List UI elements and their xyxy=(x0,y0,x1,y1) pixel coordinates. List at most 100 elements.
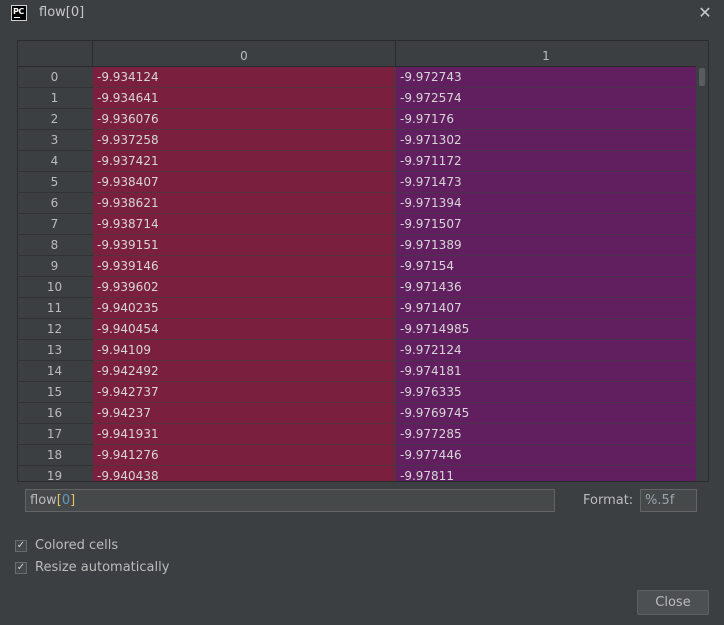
header-corner xyxy=(18,41,93,66)
cell-col-0[interactable]: -9.942492 xyxy=(93,361,396,382)
colored-cells-label: Colored cells xyxy=(35,538,119,553)
table-header: 0 1 xyxy=(18,41,696,67)
column-header-0[interactable]: 0 xyxy=(93,41,396,66)
column-header-1[interactable]: 1 xyxy=(396,41,696,66)
cell-col-1[interactable]: -9.971394 xyxy=(396,193,696,214)
cell-col-0[interactable]: -9.940438 xyxy=(93,466,396,481)
cell-col-1[interactable]: -9.971436 xyxy=(396,277,696,298)
cell-col-1[interactable]: -9.971172 xyxy=(396,151,696,172)
table-row: 16 -9.94237 -9.9769745 xyxy=(18,403,696,424)
table-row: 12 -9.940454 -9.9714985 xyxy=(18,319,696,340)
cell-col-1[interactable]: -9.97176 xyxy=(396,109,696,130)
row-index: 19 xyxy=(18,466,93,481)
expression-field[interactable]: flow[0] xyxy=(25,489,555,512)
colored-cells-checkbox[interactable]: ✓ xyxy=(15,540,27,552)
cell-col-1[interactable]: -9.971473 xyxy=(396,172,696,193)
row-index: 15 xyxy=(18,382,93,403)
cell-col-0[interactable]: -9.94237 xyxy=(93,403,396,424)
row-index: 3 xyxy=(18,130,93,151)
cell-col-1[interactable]: -9.97154 xyxy=(396,256,696,277)
cell-col-1[interactable]: -9.97811 xyxy=(396,466,696,481)
cell-col-0[interactable]: -9.939146 xyxy=(93,256,396,277)
cell-col-0[interactable]: -9.940235 xyxy=(93,298,396,319)
row-index: 18 xyxy=(18,445,93,466)
cell-col-1[interactable]: -9.971302 xyxy=(396,130,696,151)
table-row: 7 -9.938714 -9.971507 xyxy=(18,214,696,235)
row-index: 1 xyxy=(18,88,93,109)
cell-col-0[interactable]: -9.939602 xyxy=(93,277,396,298)
cell-col-1[interactable]: -9.9769745 xyxy=(396,403,696,424)
table-row: 0 -9.934124 -9.972743 xyxy=(18,67,696,88)
cell-col-0[interactable]: -9.940454 xyxy=(93,319,396,340)
cell-col-0[interactable]: -9.937258 xyxy=(93,130,396,151)
row-index: 14 xyxy=(18,361,93,382)
cell-col-0[interactable]: -9.938621 xyxy=(93,193,396,214)
cell-col-1[interactable]: -9.972743 xyxy=(396,67,696,88)
row-index: 7 xyxy=(18,214,93,235)
cell-col-1[interactable]: -9.977285 xyxy=(396,424,696,445)
row-index: 0 xyxy=(18,67,93,88)
row-index: 8 xyxy=(18,235,93,256)
cell-col-0[interactable]: -9.939151 xyxy=(93,235,396,256)
table-row: 15 -9.942737 -9.976335 xyxy=(18,382,696,403)
table-row: 3 -9.937258 -9.971302 xyxy=(18,130,696,151)
table-row: 8 -9.939151 -9.971389 xyxy=(18,235,696,256)
window-title: flow[0] xyxy=(39,5,85,20)
table-row: 19 -9.940438 -9.97811 xyxy=(18,466,696,481)
cell-col-0[interactable]: -9.934124 xyxy=(93,67,396,88)
row-index: 6 xyxy=(18,193,93,214)
cell-col-1[interactable]: -9.976335 xyxy=(396,382,696,403)
table-row: 13 -9.94109 -9.972124 xyxy=(18,340,696,361)
vertical-scrollbar[interactable] xyxy=(696,66,708,481)
cell-col-1[interactable]: -9.977446 xyxy=(396,445,696,466)
table-row: 9 -9.939146 -9.97154 xyxy=(18,256,696,277)
table-row: 6 -9.938621 -9.971394 xyxy=(18,193,696,214)
cell-col-0[interactable]: -9.937421 xyxy=(93,151,396,172)
row-index: 5 xyxy=(18,172,93,193)
cell-col-0[interactable]: -9.94109 xyxy=(93,340,396,361)
row-index: 4 xyxy=(18,151,93,172)
data-table[interactable]: 0 1 0 -9.934124 -9.972743 1 -9.934641 -9.9725… xyxy=(17,40,709,482)
row-index: 9 xyxy=(18,256,93,277)
cell-col-0[interactable]: -9.934641 xyxy=(93,88,396,109)
expression-name: flow xyxy=(30,493,57,508)
format-label: Format: xyxy=(583,493,634,508)
cell-col-0[interactable]: -9.942737 xyxy=(93,382,396,403)
cell-col-0[interactable]: -9.938407 xyxy=(93,172,396,193)
table-row: 10 -9.939602 -9.971436 xyxy=(18,277,696,298)
cell-col-0[interactable]: -9.936076 xyxy=(93,109,396,130)
format-field[interactable]: %.5f xyxy=(640,489,697,512)
cell-col-1[interactable]: -9.971407 xyxy=(396,298,696,319)
cell-col-0[interactable]: -9.941931 xyxy=(93,424,396,445)
row-index: 2 xyxy=(18,109,93,130)
resize-automatically-label: Resize automatically xyxy=(35,560,170,575)
cell-col-1[interactable]: -9.972124 xyxy=(396,340,696,361)
close-button[interactable]: Close xyxy=(637,590,709,615)
row-index: 16 xyxy=(18,403,93,424)
close-window-icon[interactable]: ✕ xyxy=(696,4,714,22)
table-row: 1 -9.934641 -9.972574 xyxy=(18,88,696,109)
table-row: 5 -9.938407 -9.971473 xyxy=(18,172,696,193)
pycharm-app-icon: PC xyxy=(11,5,27,21)
row-index: 17 xyxy=(18,424,93,445)
cell-col-1[interactable]: -9.971389 xyxy=(396,235,696,256)
cell-col-1[interactable]: -9.9714985 xyxy=(396,319,696,340)
row-index: 10 xyxy=(18,277,93,298)
table-row: 11 -9.940235 -9.971407 xyxy=(18,298,696,319)
cell-col-1[interactable]: -9.974181 xyxy=(396,361,696,382)
row-index: 13 xyxy=(18,340,93,361)
cell-col-1[interactable]: -9.972574 xyxy=(396,88,696,109)
scrollbar-thumb[interactable] xyxy=(699,68,705,86)
resize-automatically-checkbox[interactable]: ✓ xyxy=(15,562,27,574)
cell-col-0[interactable]: -9.938714 xyxy=(93,214,396,235)
table-row: 14 -9.942492 -9.974181 xyxy=(18,361,696,382)
table-row: 18 -9.941276 -9.977446 xyxy=(18,445,696,466)
table-row: 2 -9.936076 -9.97176 xyxy=(18,109,696,130)
cell-col-1[interactable]: -9.971507 xyxy=(396,214,696,235)
title-bar: PC flow[0] ✕ xyxy=(0,0,724,28)
table-row: 17 -9.941931 -9.977285 xyxy=(18,424,696,445)
expression-index: 0 xyxy=(61,493,71,508)
cell-col-0[interactable]: -9.941276 xyxy=(93,445,396,466)
row-index: 11 xyxy=(18,298,93,319)
expression-close-bracket: ] xyxy=(70,493,76,508)
